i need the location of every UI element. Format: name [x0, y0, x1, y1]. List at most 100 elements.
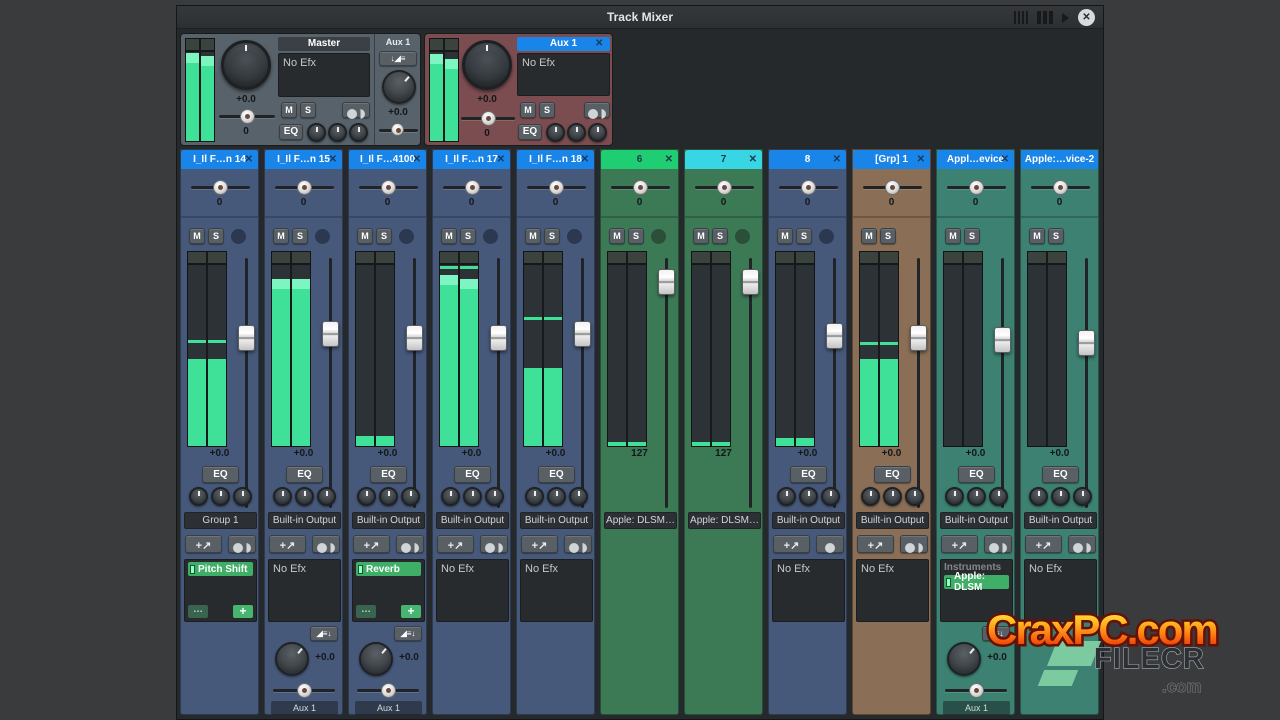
aux-mute-button[interactable]: M: [520, 102, 536, 118]
eq-knob[interactable]: [821, 487, 840, 506]
aux-solo-button[interactable]: S: [539, 102, 555, 118]
output-selector[interactable]: Built-in Output: [940, 512, 1013, 529]
track-close-icon[interactable]: ✕: [1001, 150, 1009, 169]
pan-knob[interactable]: [717, 180, 732, 195]
record-indicator[interactable]: [315, 229, 330, 244]
eq-knob[interactable]: [357, 487, 376, 506]
track-close-icon[interactable]: ✕: [581, 150, 589, 169]
solo-button[interactable]: S: [712, 228, 728, 244]
stereo-button[interactable]: [312, 535, 340, 553]
master-eq-knob[interactable]: [307, 123, 326, 142]
mute-button[interactable]: M: [777, 228, 793, 244]
solo-button[interactable]: S: [544, 228, 560, 244]
aux-send-slider-knob[interactable]: [391, 123, 404, 136]
record-indicator[interactable]: [483, 229, 498, 244]
eq-knob[interactable]: [905, 487, 924, 506]
fader-handle[interactable]: [322, 321, 339, 347]
eq-knob[interactable]: [233, 487, 252, 506]
efx-item[interactable]: Pitch Shift: [188, 562, 253, 576]
eq-knob[interactable]: [401, 487, 420, 506]
efx-box[interactable]: InstrumentsApple: DLSM: [940, 559, 1013, 622]
fader-handle[interactable]: [1078, 330, 1095, 356]
fader-handle[interactable]: [994, 327, 1011, 353]
output-selector[interactable]: Built-in Output: [520, 512, 593, 529]
fader-handle[interactable]: [658, 269, 675, 295]
output-selector[interactable]: Built-in Output: [268, 512, 341, 529]
efx-more-button[interactable]: …: [188, 605, 208, 618]
aux-send-slider-knob[interactable]: [297, 683, 312, 698]
eq-knob[interactable]: [441, 487, 460, 506]
track-header[interactable]: I_Il F…4100 ✕: [349, 150, 426, 169]
mute-button[interactable]: M: [273, 228, 289, 244]
stereo-button[interactable]: [228, 535, 256, 553]
aux-send-slider-knob[interactable]: [381, 683, 396, 698]
pan-knob[interactable]: [297, 180, 312, 195]
add-send-button[interactable]: +↗: [185, 535, 222, 553]
mute-button[interactable]: M: [693, 228, 709, 244]
aux-eq-knob[interactable]: [567, 123, 586, 142]
solo-button[interactable]: S: [292, 228, 308, 244]
track-header[interactable]: Appl…evice ✕: [937, 150, 1014, 169]
track-close-icon[interactable]: ✕: [329, 150, 337, 169]
solo-button[interactable]: S: [376, 228, 392, 244]
fader-handle[interactable]: [826, 323, 843, 349]
track-header[interactable]: I_Il F…n 18 ✕: [517, 150, 594, 169]
eq-knob[interactable]: [989, 487, 1008, 506]
output-selector[interactable]: Apple: DLSM…: [688, 512, 761, 529]
eq-knob[interactable]: [273, 487, 292, 506]
solo-button[interactable]: S: [628, 228, 644, 244]
solo-button[interactable]: S: [880, 228, 896, 244]
pan-knob[interactable]: [801, 180, 816, 195]
eq-knob[interactable]: [967, 487, 986, 506]
track-header[interactable]: Apple:…vice-2: [1021, 150, 1098, 169]
track-close-icon[interactable]: ✕: [749, 150, 757, 169]
master-stereo-button[interactable]: [342, 102, 370, 118]
efx-box[interactable]: Pitch Shift … +: [184, 559, 257, 622]
add-send-button[interactable]: +↗: [437, 535, 474, 553]
play-icon[interactable]: [1062, 13, 1069, 23]
narrow-strips-icon[interactable]: [1014, 11, 1028, 24]
track-close-icon[interactable]: ✕: [917, 150, 925, 169]
record-indicator[interactable]: [819, 229, 834, 244]
mute-button[interactable]: M: [861, 228, 877, 244]
aux-eq-knob[interactable]: [546, 123, 565, 142]
efx-box[interactable]: No Efx: [268, 559, 341, 622]
fader-handle[interactable]: [406, 325, 423, 351]
mute-button[interactable]: M: [525, 228, 541, 244]
eq-button[interactable]: EQ: [286, 466, 323, 483]
close-icon[interactable]: ✕: [1078, 9, 1095, 26]
aux-send-slider-knob[interactable]: [969, 683, 984, 698]
eq-button[interactable]: EQ: [454, 466, 491, 483]
efx-item[interactable]: Reverb: [356, 562, 421, 576]
eq-knob[interactable]: [1073, 487, 1092, 506]
add-send-button[interactable]: +↗: [353, 535, 390, 553]
efx-more-button[interactable]: …: [356, 605, 376, 618]
track-close-icon[interactable]: ✕: [665, 150, 673, 169]
aux-send-knob[interactable]: [382, 70, 416, 104]
pan-knob[interactable]: [465, 180, 480, 195]
record-indicator[interactable]: [231, 229, 246, 244]
mute-button[interactable]: M: [357, 228, 373, 244]
fade-mode-button[interactable]: ◢≡↓: [310, 626, 338, 641]
output-selector[interactable]: Apple: DLSM…: [604, 512, 677, 529]
master-eq-button[interactable]: EQ: [279, 124, 303, 140]
fader-handle[interactable]: [490, 325, 507, 351]
pan-knob[interactable]: [969, 180, 984, 195]
master-pan-knob[interactable]: [240, 109, 255, 124]
eq-knob[interactable]: [883, 487, 902, 506]
output-selector[interactable]: Built-in Output: [436, 512, 509, 529]
eq-knob[interactable]: [295, 487, 314, 506]
record-indicator[interactable]: [399, 229, 414, 244]
stereo-button[interactable]: [900, 535, 928, 553]
output-selector[interactable]: Group 1: [184, 512, 257, 529]
track-close-icon[interactable]: ✕: [833, 150, 841, 169]
fader-handle[interactable]: [742, 269, 759, 295]
solo-button[interactable]: S: [208, 228, 224, 244]
efx-add-button[interactable]: +: [233, 605, 253, 618]
output-selector[interactable]: Built-in Output: [1024, 512, 1097, 529]
efx-box[interactable]: No Efx: [1024, 559, 1097, 622]
eq-knob[interactable]: [211, 487, 230, 506]
master-title[interactable]: Master: [278, 37, 370, 51]
master-efx-box[interactable]: No Efx: [278, 53, 370, 97]
wide-strips-icon[interactable]: [1037, 11, 1053, 24]
